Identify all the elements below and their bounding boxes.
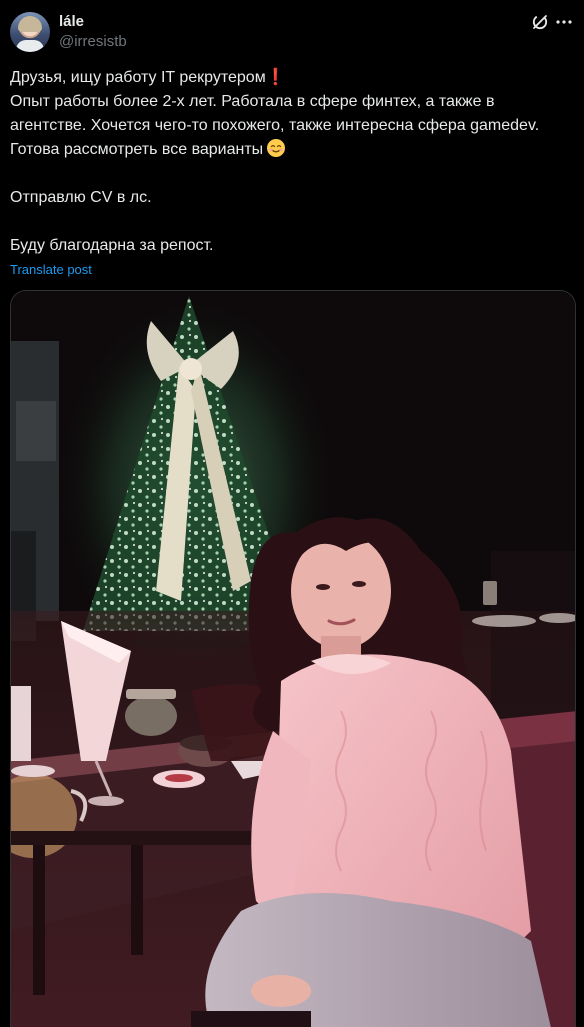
tweet-line-6: Буду благодарна за репост. <box>10 237 214 254</box>
avatar-shirt <box>16 40 44 52</box>
tweet-line-3: агентстве. Хочется чего-то похожего, так… <box>10 117 540 134</box>
tweet-line-2: Опыт работы более 2-х лет. Работала в сф… <box>10 93 495 110</box>
tweet-line: Друзья, ищу работу IT рекрутером❗ <box>10 66 576 90</box>
author-display-name[interactable]: lále <box>59 13 84 30</box>
author-handle[interactable]: @irresistb <box>59 33 127 50</box>
post-photo[interactable] <box>10 290 576 1027</box>
tweet-text: Друзья, ищу работу IT рекрутером❗ Опыт р… <box>10 66 576 258</box>
photo-canvas <box>11 291 575 1027</box>
tweet-line-5: Отправлю CV в лс. <box>10 189 152 206</box>
avatar[interactable] <box>10 12 50 52</box>
avatar-hair <box>18 16 42 32</box>
smiling-face-emoji <box>266 138 286 158</box>
tweet-line-1: Друзья, ищу работу IT рекрутером <box>10 69 266 86</box>
exclamation-mark: ❗ <box>265 69 286 86</box>
tweet-line: Готова рассмотреть все варианты <box>10 138 576 162</box>
translate-post-link[interactable]: Translate post <box>10 262 92 277</box>
grok-icon[interactable] <box>531 13 549 31</box>
more-icon[interactable] <box>554 12 574 32</box>
tweet-post: lále @irresistb Друзья, ищу работу IT ре… <box>0 0 584 1027</box>
tweet-line-4: Готова рассмотреть все варианты <box>10 141 264 158</box>
